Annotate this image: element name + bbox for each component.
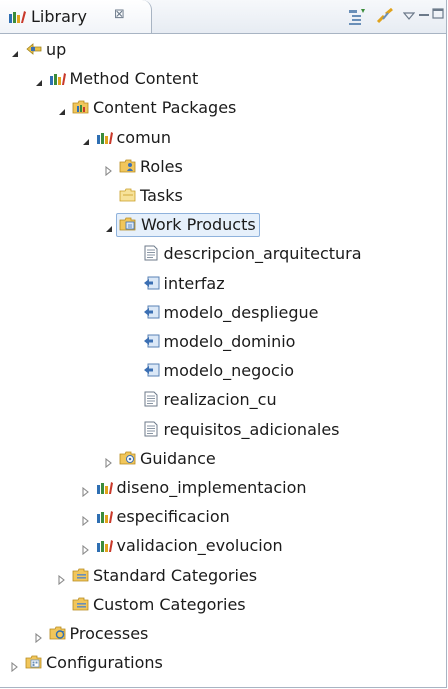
tree-node-content-packages[interactable]: Content Packages (0, 96, 446, 120)
content-package-icon (96, 508, 113, 524)
tree-node-label: Tasks (140, 186, 183, 205)
maximize-icon[interactable] (432, 5, 444, 24)
tree-node-label: Method Content (69, 69, 199, 89)
tree-node-label: realizacion_cu (163, 390, 277, 410)
tree-node-label: Work Products (116, 213, 260, 238)
tree-node-configurations[interactable]: Configurations (0, 651, 446, 675)
artifact-document-icon (143, 421, 159, 437)
collapsed-twisty-icon[interactable] (57, 570, 67, 585)
content-package-icon (96, 129, 113, 145)
expanded-twisty-icon[interactable] (81, 132, 91, 145)
artifact-model-icon (143, 304, 159, 320)
guidance-folder-icon (119, 450, 136, 466)
collapsed-twisty-icon[interactable] (104, 161, 114, 176)
content-package-icon (96, 537, 113, 553)
processes-folder-icon (49, 625, 65, 641)
configurations-folder-icon (25, 654, 42, 670)
method-library-icon (49, 70, 66, 86)
content-packages-folder-icon (72, 99, 89, 115)
tree-node-method-content[interactable]: Method Content (0, 67, 446, 91)
expanded-twisty-icon[interactable] (34, 73, 44, 87)
artifact-document-icon (143, 391, 159, 407)
work-products-folder-icon (119, 216, 136, 232)
tree-node-label: modelo_negocio (163, 361, 295, 381)
tree-node-work-products[interactable]: Work Products (0, 213, 446, 238)
tree-node-label: interfaz (163, 273, 225, 293)
categories-folder-icon (72, 567, 89, 583)
tree-node-tasks[interactable]: Tasks (0, 184, 446, 208)
tree-node-up[interactable]: up (0, 38, 446, 62)
tree-node-descripcion-arquitectura[interactable]: descripcion_arquitectura (0, 242, 446, 266)
tree-node-label: Configurations (46, 653, 163, 673)
tasks-folder-icon (119, 187, 136, 203)
minimize-icon[interactable] (418, 6, 430, 25)
tree-node-label: requisitos_adicionales (163, 419, 340, 439)
tree-node-label: diseno_implementacion (116, 478, 307, 497)
library-icon (7, 8, 27, 28)
tree-node-label: Custom Categories (93, 594, 246, 614)
tree-node-especificacion[interactable]: especificacion (0, 505, 446, 529)
collapsed-twisty-icon[interactable] (104, 453, 114, 468)
tree-node-validacion-evolucion[interactable]: validacion_evolucion (0, 534, 446, 558)
tree-node-label: Processes (69, 624, 149, 643)
link-with-editor-icon[interactable] (375, 7, 395, 30)
artifact-model-icon (143, 333, 159, 349)
tree-node-custom-categories[interactable]: Custom Categories (0, 593, 446, 617)
tree-node-modelo-negocio[interactable]: modelo_negocio (0, 359, 446, 383)
collapsed-twisty-icon[interactable] (34, 628, 44, 644)
library-tab-label: Library (31, 7, 87, 26)
tree-node-comun[interactable]: comun (0, 126, 446, 150)
tree-node-diseno-implementacion[interactable]: diseno_implementacion (0, 476, 446, 500)
tree-node-label: validacion_evolucion (116, 536, 283, 556)
collapsed-twisty-icon[interactable] (10, 657, 20, 673)
collapse-all-icon[interactable] (348, 8, 366, 30)
tree-node-label: Roles (140, 156, 183, 176)
tree-node-label: Content Packages (93, 98, 237, 118)
roles-folder-icon (119, 158, 136, 174)
tree-node-processes[interactable]: Processes (0, 622, 446, 646)
tree-node-interfaz[interactable]: interfaz (0, 272, 446, 296)
tree-node-guidance[interactable]: Guidance (0, 447, 446, 471)
tree-node-label: especificacion (116, 507, 230, 527)
artifact-model-icon (143, 275, 159, 291)
tree-node-label: Guidance (140, 448, 216, 468)
tree-node-realizacion-cu[interactable]: realizacion_cu (0, 388, 446, 412)
artifact-model-icon (143, 362, 159, 378)
expanded-twisty-icon[interactable] (104, 219, 114, 233)
tree-node-label: Standard Categories (93, 565, 258, 585)
tree-node-label: descripcion_arquitectura (163, 244, 362, 264)
tree-node-label: modelo_despliegue (163, 302, 319, 322)
library-tab[interactable]: Library ⊠ (0, 0, 152, 33)
categories-folder-icon (72, 596, 89, 612)
tree-node-modelo-dominio[interactable]: modelo_dominio (0, 330, 446, 354)
artifact-document-icon (143, 245, 159, 261)
plugin-icon (25, 41, 42, 57)
collapsed-twisty-icon[interactable] (81, 482, 91, 498)
tree-node-label: up (46, 40, 67, 59)
tree-node-roles[interactable]: Roles (0, 155, 446, 179)
view-tab-bar: Library ⊠ (0, 0, 446, 34)
view-menu-icon[interactable] (402, 6, 416, 25)
tree-node-modelo-despliegue[interactable]: modelo_despliegue (0, 301, 446, 325)
expanded-twisty-icon[interactable] (57, 102, 67, 116)
expanded-twisty-icon[interactable] (10, 44, 20, 57)
content-package-icon (96, 479, 113, 495)
tree-node-standard-categories[interactable]: Standard Categories (0, 564, 446, 588)
collapsed-twisty-icon[interactable] (81, 511, 91, 527)
tree-node-requisitos-adicionales[interactable]: requisitos_adicionales (0, 418, 446, 442)
tree-node-label: comun (116, 127, 171, 147)
collapsed-twisty-icon[interactable] (81, 540, 91, 556)
close-tab-icon[interactable]: ⊠ (114, 8, 125, 22)
tree-node-label: modelo_dominio (163, 332, 296, 351)
library-view: Library ⊠ up Method Content Content Pack… (0, 0, 447, 688)
